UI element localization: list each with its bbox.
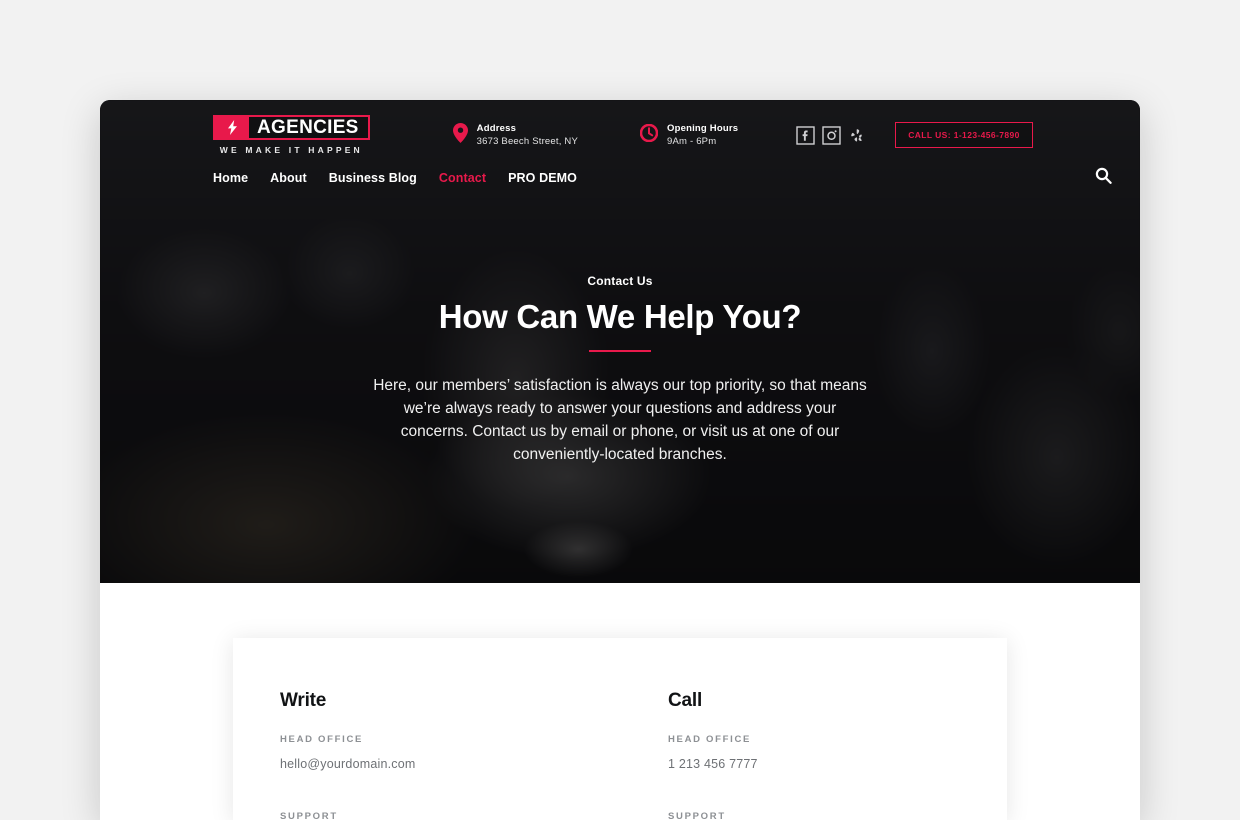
nav-item-business-blog[interactable]: Business Blog bbox=[329, 171, 417, 185]
browser-window: AGENCIES WE MAKE IT HAPPEN Address 3673 … bbox=[100, 100, 1140, 820]
address-value: 3673 Beech Street, NY bbox=[476, 136, 579, 147]
title-divider bbox=[589, 350, 651, 352]
nav-item-contact[interactable]: Contact bbox=[439, 171, 486, 185]
call-us-button[interactable]: CALL US: 1-123-456-7890 bbox=[895, 122, 1033, 148]
facebook-icon[interactable] bbox=[796, 125, 815, 145]
instagram-icon[interactable] bbox=[822, 125, 841, 145]
lightning-bolt-icon bbox=[215, 117, 249, 138]
call-support-label: SUPPORT bbox=[668, 811, 726, 820]
search-icon[interactable] bbox=[1095, 167, 1112, 189]
logo-tagline: WE MAKE IT HAPPEN bbox=[219, 145, 363, 155]
social-links bbox=[796, 125, 867, 145]
main-navigation: Home About Business Blog Contact PRO DEM… bbox=[100, 156, 1140, 192]
address-label: Address bbox=[476, 123, 517, 134]
page-title: How Can We Help You? bbox=[438, 298, 802, 335]
hours-value: 9Am - 6Pm bbox=[667, 136, 717, 147]
call-column: Call HEAD OFFICE 1 213 456 7777 SUPPORT bbox=[620, 690, 960, 820]
clock-icon bbox=[639, 123, 659, 147]
write-head-office-label: HEAD OFFICE bbox=[280, 734, 364, 745]
yelp-icon[interactable] bbox=[848, 126, 867, 145]
write-column: Write HEAD OFFICE hello@yourdomain.com S… bbox=[280, 690, 620, 820]
nav-item-about[interactable]: About bbox=[270, 171, 307, 185]
write-head-office-value[interactable]: hello@yourdomain.com bbox=[280, 757, 620, 771]
hero-content: Contact Us How Can We Help You? Here, ou… bbox=[100, 274, 1140, 466]
hero-paragraph: Here, our members’ satisfaction is alway… bbox=[373, 377, 867, 463]
write-title: Write bbox=[280, 690, 327, 711]
top-bar: AGENCIES WE MAKE IT HAPPEN Address 3673 … bbox=[100, 100, 1140, 156]
call-head-office-value[interactable]: 1 213 456 7777 bbox=[668, 757, 960, 771]
logo-text: AGENCIES bbox=[249, 117, 368, 138]
write-support-label: SUPPORT bbox=[280, 811, 338, 820]
hours-label: Opening Hours bbox=[667, 123, 739, 134]
logo-box: AGENCIES bbox=[213, 115, 370, 140]
logo[interactable]: AGENCIES WE MAKE IT HAPPEN bbox=[213, 115, 370, 155]
map-pin-icon bbox=[452, 122, 468, 148]
content-section: Write HEAD OFFICE hello@yourdomain.com S… bbox=[100, 583, 1140, 820]
nav-item-home[interactable]: Home bbox=[213, 171, 248, 185]
nav-item-pro-demo[interactable]: PRO DEMO bbox=[508, 171, 577, 185]
hero-section: AGENCIES WE MAKE IT HAPPEN Address 3673 … bbox=[100, 100, 1140, 583]
address-info: Address 3673 Beech Street, NY bbox=[452, 122, 579, 148]
contact-card: Write HEAD OFFICE hello@yourdomain.com S… bbox=[233, 638, 1007, 820]
call-head-office-label: HEAD OFFICE bbox=[668, 734, 752, 745]
hero-eyebrow: Contact Us bbox=[587, 274, 653, 288]
call-title: Call bbox=[668, 690, 703, 711]
hours-info: Opening Hours 9Am - 6Pm bbox=[639, 123, 739, 147]
